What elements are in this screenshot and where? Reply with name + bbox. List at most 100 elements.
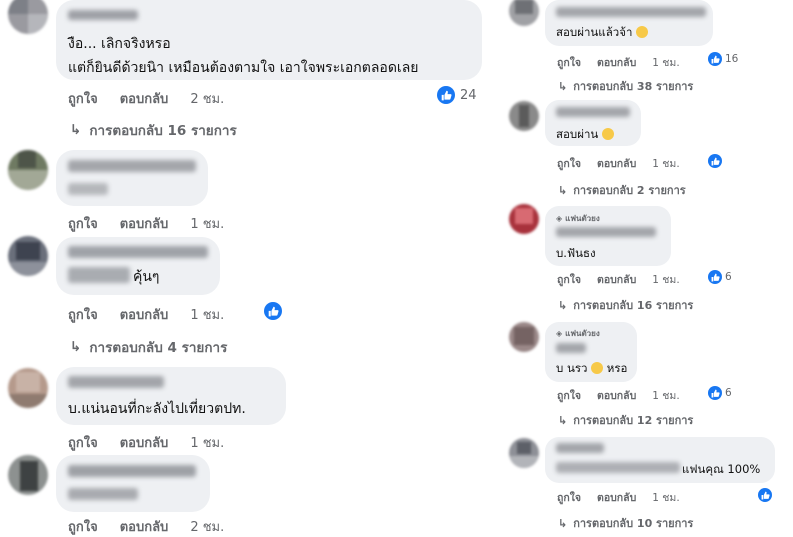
comment-time[interactable]: 1 ชม. <box>190 213 224 234</box>
like-icon <box>708 154 722 168</box>
like-link[interactable]: ถูกใจ <box>557 489 581 506</box>
reply-link[interactable]: ตอบกลับ <box>120 213 169 234</box>
comment-text: สอบผ่าน <box>556 126 614 144</box>
comment-text-blurred <box>68 267 130 283</box>
like-icon <box>708 270 722 284</box>
reaction-count[interactable]: 24 <box>437 86 477 104</box>
commenter-name-blurred[interactable] <box>68 246 208 258</box>
like-link[interactable]: ถูกใจ <box>68 213 98 234</box>
diamond-icon: ◈ <box>556 214 563 223</box>
avatar[interactable] <box>8 236 48 276</box>
like-link[interactable]: ถูกใจ <box>68 432 98 453</box>
like-icon <box>758 488 772 502</box>
avatar[interactable] <box>509 204 539 234</box>
comment-actions: ถูกใจ ตอบกลับ 1 ชม. <box>68 304 224 325</box>
reply-link[interactable]: ตอบกลับ <box>120 88 169 109</box>
diamond-icon: ◈ <box>556 329 563 338</box>
avatar[interactable] <box>509 322 539 352</box>
comment-text: คุ้นๆ <box>133 269 160 285</box>
commenter-name-blurred[interactable] <box>556 443 604 453</box>
laughing-emoji-icon <box>636 25 649 38</box>
reply-link[interactable]: ตอบกลับ <box>597 155 636 172</box>
reply-link[interactable]: ตอบกลับ <box>597 271 636 288</box>
comment-time[interactable]: 1 ชม. <box>190 304 224 325</box>
view-replies-link[interactable]: ↳ การตอบกลับ 38 รายการ <box>558 77 693 95</box>
comment-text: บ.แน่นอนที่กะลังไปเที่ยวตปท. <box>68 401 246 417</box>
reply-arrow-icon: ↳ <box>558 79 568 93</box>
reply-arrow-icon: ↳ <box>70 339 82 355</box>
reply-link[interactable]: ตอบกลับ <box>120 304 169 325</box>
avatar[interactable] <box>509 0 539 26</box>
commenter-name-blurred[interactable] <box>556 7 706 17</box>
dizzy-emoji-icon <box>591 361 604 374</box>
commenter-name-blurred[interactable] <box>68 465 196 477</box>
like-link[interactable]: ถูกใจ <box>557 271 581 288</box>
reaction-count[interactable]: 6 <box>708 270 732 284</box>
reply-link[interactable]: ตอบกลับ <box>597 489 636 506</box>
reply-arrow-icon: ↳ <box>558 516 568 530</box>
avatar[interactable] <box>8 455 48 495</box>
comment-time[interactable]: 2 ชม. <box>190 516 224 537</box>
avatar[interactable] <box>8 0 48 34</box>
reply-link[interactable]: ตอบกลับ <box>120 516 169 537</box>
comment-time[interactable]: 1 ชม. <box>652 489 679 506</box>
commenter-name-blurred[interactable] <box>556 107 630 117</box>
view-replies-link[interactable]: ↳ การตอบกลับ 16 รายการ <box>70 119 237 141</box>
like-link[interactable]: ถูกใจ <box>68 304 98 325</box>
comment-time[interactable]: 1 ชม. <box>190 432 224 453</box>
reaction-count[interactable]: 16 <box>708 52 738 66</box>
like-link[interactable]: ถูกใจ <box>557 387 581 404</box>
reaction-count[interactable] <box>708 154 722 168</box>
like-icon <box>708 386 722 400</box>
comment-time[interactable]: 2 ชม. <box>190 88 224 109</box>
top-fan-badge: ◈ แฟนตัวยง <box>556 329 600 338</box>
comment-time[interactable]: 1 ชม. <box>652 54 679 71</box>
like-icon <box>708 52 722 66</box>
commenter-name-blurred[interactable] <box>68 160 196 172</box>
comment-bubble <box>56 455 210 512</box>
comment-actions: ถูกใจ ตอบกลับ 2 ชม. <box>68 516 224 537</box>
comment-time[interactable]: 1 ชม. <box>652 271 679 288</box>
comment-actions: ถูกใจ ตอบกลับ 1 ชม. <box>557 489 680 506</box>
view-replies-link[interactable]: ↳ การตอบกลับ 10 รายการ <box>558 514 693 532</box>
reaction-count[interactable] <box>264 302 282 320</box>
like-link[interactable]: ถูกใจ <box>68 516 98 537</box>
comment-text-blurred <box>556 462 680 473</box>
reply-link[interactable]: ตอบกลับ <box>120 432 169 453</box>
reply-arrow-icon: ↳ <box>70 122 82 138</box>
smiling-emoji-icon <box>601 127 614 140</box>
comment-text: บ นรว หรอ <box>556 361 628 375</box>
commenter-name-blurred[interactable] <box>556 343 586 353</box>
commenter-name-blurred[interactable] <box>68 376 164 388</box>
reaction-count[interactable]: 6 <box>708 386 732 400</box>
comment-text: บ.ฟันธง <box>556 246 596 260</box>
comment-time[interactable]: 1 ชม. <box>652 387 679 404</box>
view-replies-link[interactable]: ↳ การตอบกลับ 4 รายการ <box>70 336 227 358</box>
view-replies-link[interactable]: ↳ การตอบกลับ 12 รายการ <box>558 411 693 429</box>
like-icon <box>264 302 282 320</box>
comment-text: แฟนคุณ 100% <box>682 462 761 476</box>
comment-text: แต่ก็ยินดีด้วยนิา เหมือนต้องตามใจ เอาใจพ… <box>68 60 419 76</box>
comment-text: งือ... เลิกจริงหรอ <box>68 36 171 52</box>
reply-arrow-icon: ↳ <box>558 413 568 427</box>
comment-text-blurred <box>68 183 108 195</box>
reply-arrow-icon: ↳ <box>558 183 568 197</box>
commenter-name-blurred[interactable] <box>556 227 656 237</box>
like-icon <box>437 86 455 104</box>
comment-actions: ถูกใจ ตอบกลับ 1 ชม. <box>557 155 680 172</box>
view-replies-link[interactable]: ↳ การตอบกลับ 16 รายการ <box>558 296 693 314</box>
like-link[interactable]: ถูกใจ <box>557 155 581 172</box>
avatar[interactable] <box>8 150 48 190</box>
commenter-name-blurred[interactable] <box>68 10 138 20</box>
like-link[interactable]: ถูกใจ <box>557 54 581 71</box>
reply-link[interactable]: ตอบกลับ <box>597 54 636 71</box>
avatar[interactable] <box>8 368 48 408</box>
avatar[interactable] <box>509 101 539 131</box>
view-replies-link[interactable]: ↳ การตอบกลับ 2 รายการ <box>558 181 686 199</box>
avatar[interactable] <box>509 438 539 468</box>
reply-link[interactable]: ตอบกลับ <box>597 387 636 404</box>
like-link[interactable]: ถูกใจ <box>68 88 98 109</box>
comment-text-blurred <box>68 488 138 500</box>
reaction-count[interactable] <box>758 488 772 502</box>
comment-time[interactable]: 1 ชม. <box>652 155 679 172</box>
